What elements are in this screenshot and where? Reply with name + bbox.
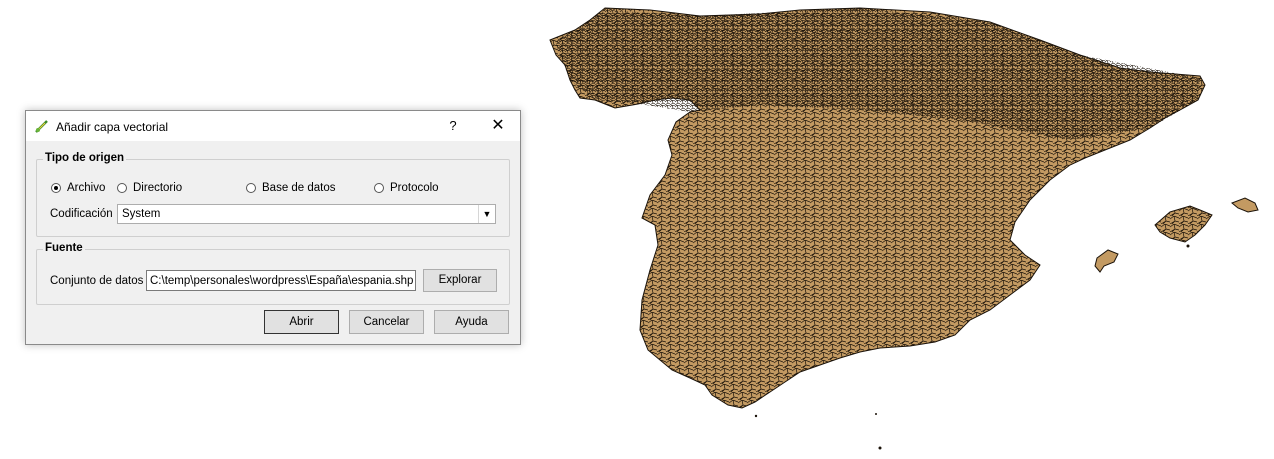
radio-protocolo-indicator[interactable] [374,183,384,193]
qgis-app-icon [35,120,48,133]
radio-protocolo[interactable]: Protocolo [374,182,439,194]
chevron-down-icon[interactable]: ▼ [478,205,495,223]
encoding-select-value: System [122,208,161,220]
radio-base-de-datos[interactable]: Base de datos [246,182,336,194]
browse-button-label: Explorar [438,274,482,286]
source-type-legend: Tipo de origen [43,152,127,164]
radio-base-de-datos-indicator[interactable] [246,183,256,193]
dataset-path-value: C:\temp\personales\wordpress\España\espa… [150,275,414,287]
radio-base-de-datos-label: Base de datos [262,182,336,194]
help-button[interactable]: Ayuda [434,310,509,334]
close-button[interactable]: ✕ [483,111,513,141]
radio-directorio[interactable]: Directorio [117,182,182,194]
radio-protocolo-label: Protocolo [390,182,439,194]
radio-directorio-indicator[interactable] [117,183,127,193]
source-legend: Fuente [43,242,85,254]
help-button-label: Ayuda [455,316,488,328]
source-group: Fuente Conjunto de datos C:\temp\persona… [36,242,510,305]
open-button-label: Abrir [289,316,314,328]
dataset-label: Conjunto de datos [50,275,144,287]
cancel-button-label: Cancelar [363,316,410,328]
radio-archivo-label: Archivo [67,182,106,194]
source-type-group: Tipo de origen Archivo Directorio Base d… [36,152,510,237]
add-vector-layer-dialog: Añadir capa vectorial ? ✕ Tipo de origen… [25,110,521,345]
browse-button[interactable]: Explorar [423,269,497,292]
dataset-path-input[interactable]: C:\temp\personales\wordpress\España\espa… [146,270,416,291]
radio-directorio-label: Directorio [133,182,183,194]
cancel-button[interactable]: Cancelar [349,310,424,334]
radio-archivo-indicator[interactable] [51,183,61,193]
radio-archivo[interactable]: Archivo [51,182,105,194]
encoding-select[interactable]: System ▼ [117,204,496,224]
spain-mainland [549,7,1206,409]
dialog-titlebar[interactable]: Añadir capa vectorial ? ✕ [26,111,520,141]
title-help-button[interactable]: ? [438,111,468,141]
open-button[interactable]: Abrir [264,310,339,334]
encoding-label: Codificación [50,208,113,220]
dialog-title: Añadir capa vectorial [56,120,169,134]
